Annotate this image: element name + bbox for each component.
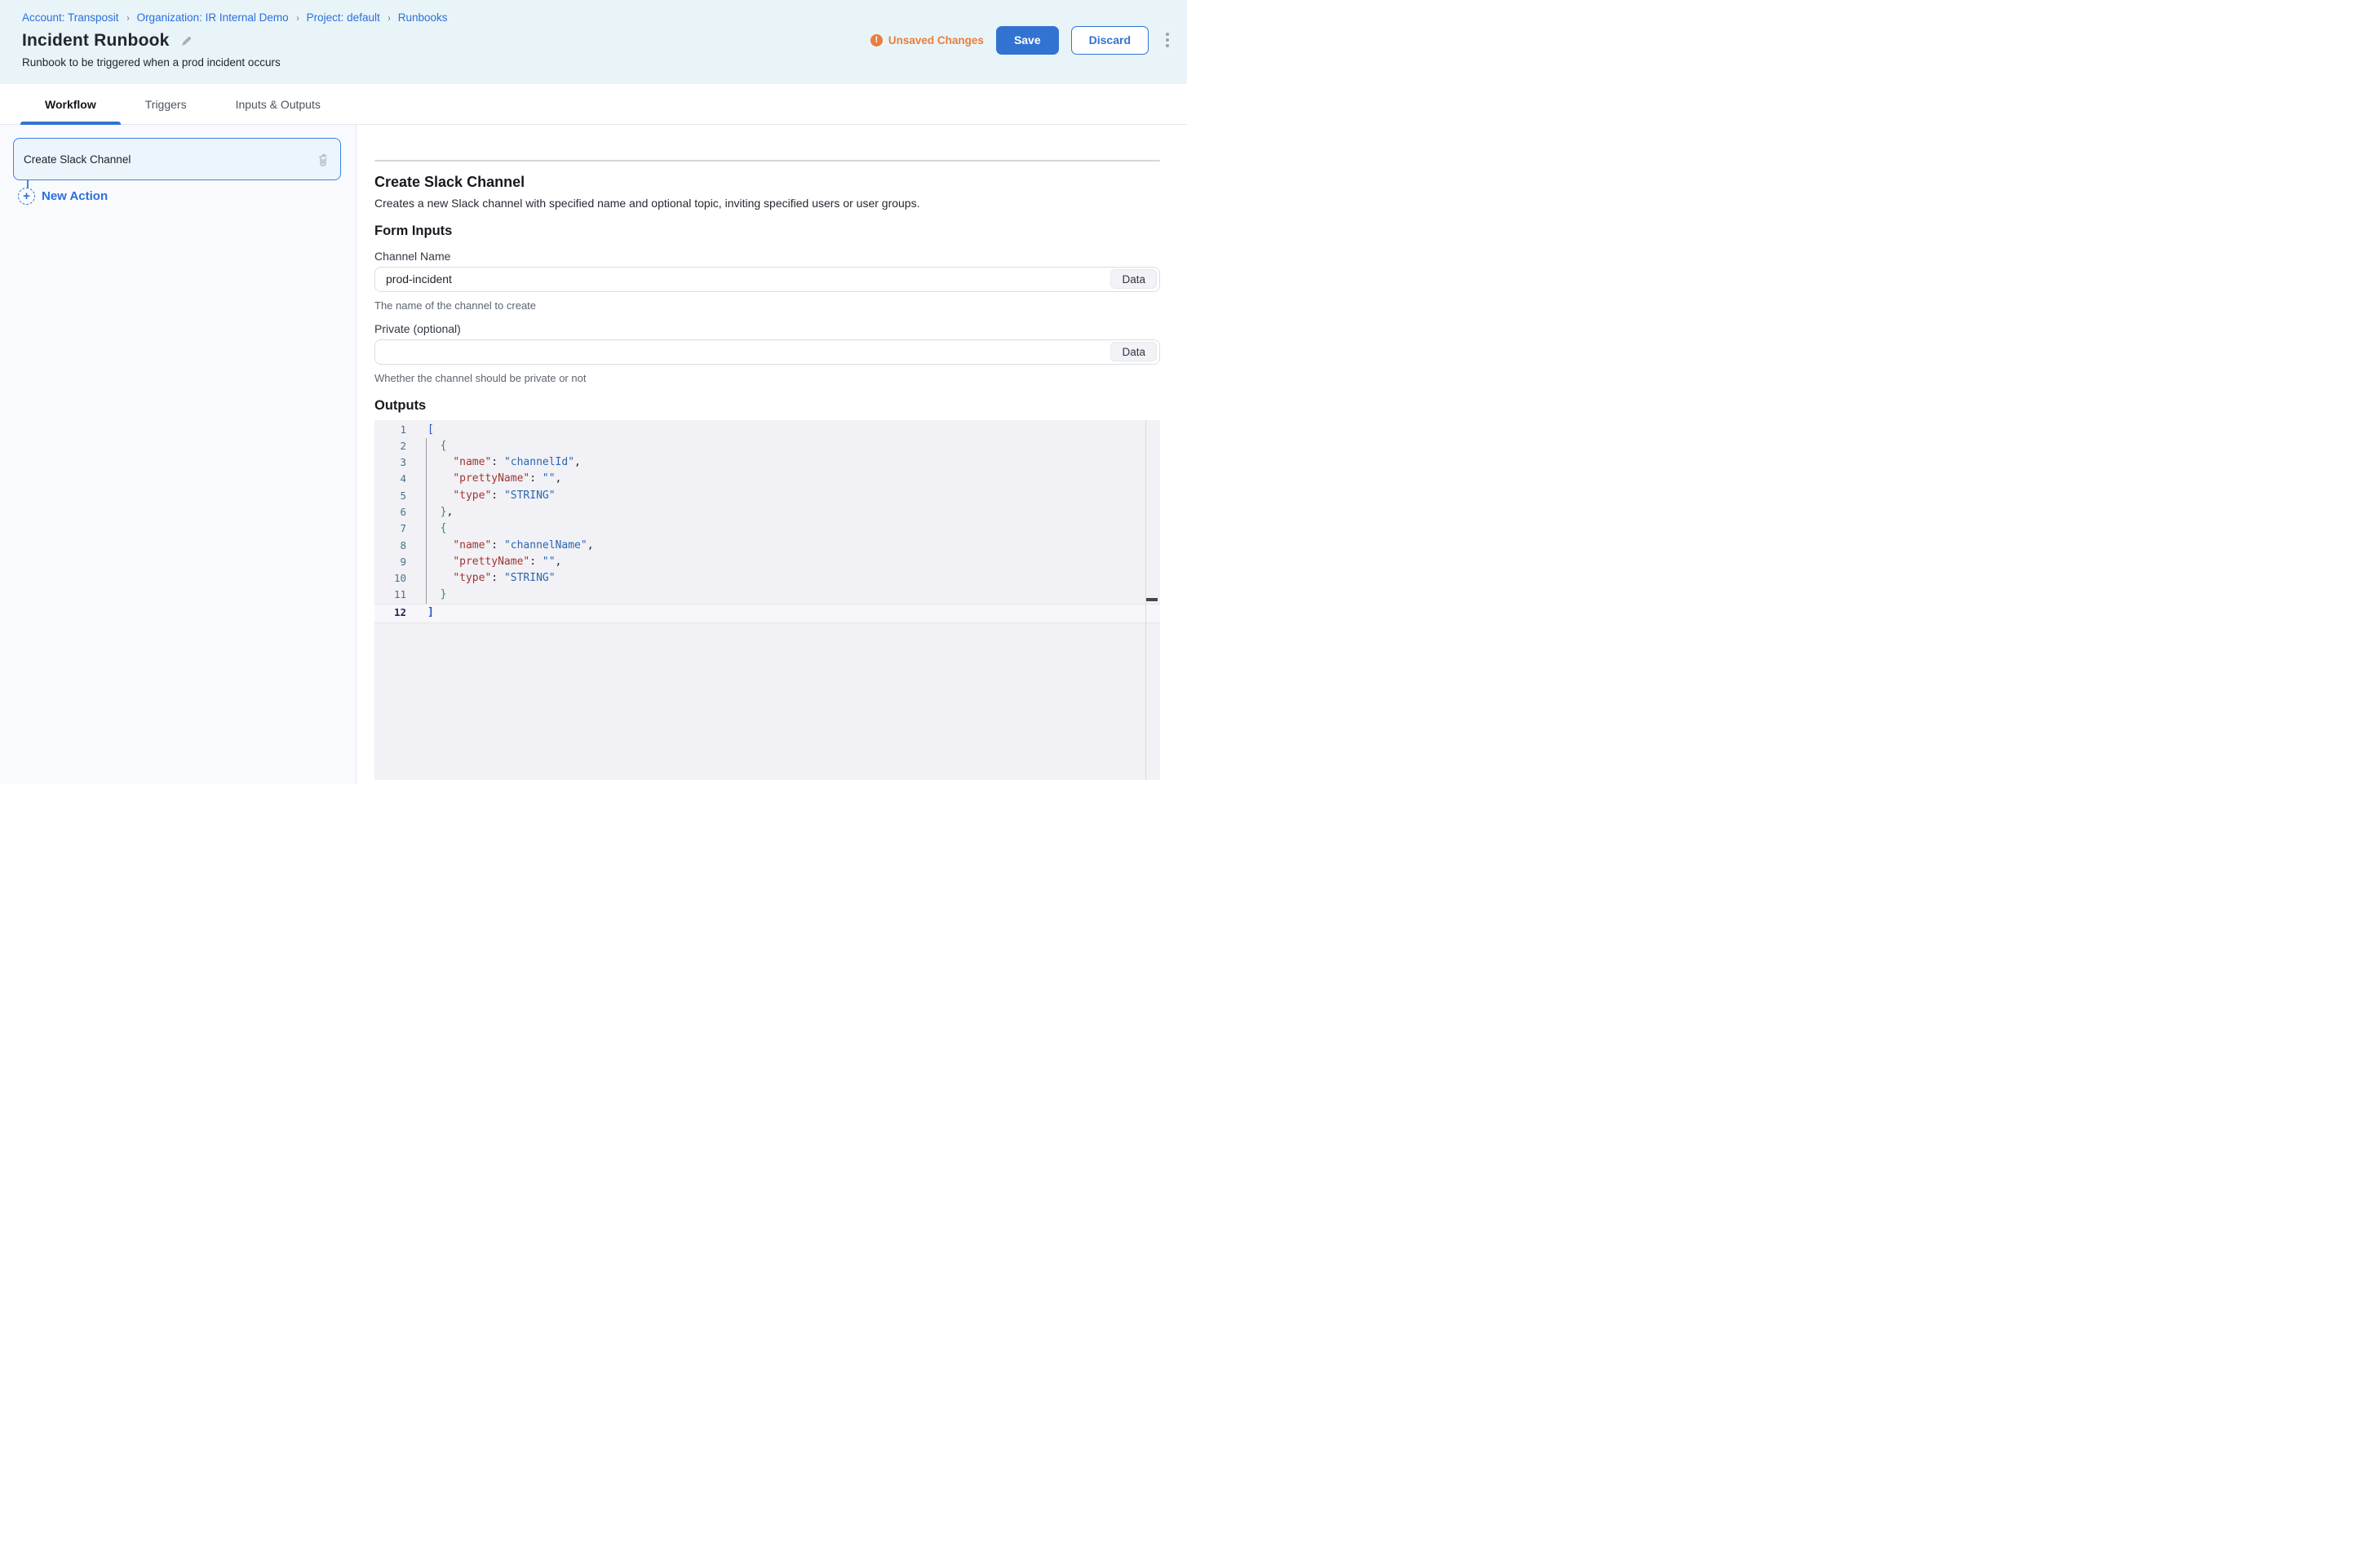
page-title: Incident Runbook bbox=[22, 31, 170, 51]
code-text: }, bbox=[406, 504, 453, 520]
code-text: "name": "channelId", bbox=[406, 454, 581, 471]
code-line[interactable]: 12] bbox=[374, 604, 1160, 623]
line-number: 12 bbox=[374, 605, 406, 622]
line-number: 7 bbox=[374, 520, 406, 537]
line-number: 8 bbox=[374, 538, 406, 554]
tab-triggers[interactable]: Triggers bbox=[121, 84, 211, 124]
step-connector-line bbox=[27, 180, 29, 188]
code-text: "name": "channelName", bbox=[406, 538, 594, 554]
channel-name-help-text: The name of the channel to create bbox=[374, 299, 1187, 312]
tab-label: Workflow bbox=[45, 98, 96, 111]
tab-label: Inputs & Outputs bbox=[236, 98, 321, 111]
channel-name-data-button[interactable]: Data bbox=[1110, 269, 1157, 289]
page-subtitle: Runbook to be triggered when a prod inci… bbox=[22, 56, 1187, 69]
save-button[interactable]: Save bbox=[996, 26, 1059, 55]
channel-name-input[interactable] bbox=[374, 267, 1160, 292]
private-data-button[interactable]: Data bbox=[1110, 342, 1157, 361]
private-input[interactable] bbox=[374, 339, 1160, 365]
code-line[interactable]: 8 "name": "channelName", bbox=[374, 538, 1160, 554]
discard-button[interactable]: Discard bbox=[1071, 26, 1149, 55]
code-line[interactable]: 3 "name": "channelId", bbox=[374, 454, 1160, 471]
tab-workflow[interactable]: Workflow bbox=[20, 84, 121, 124]
code-text: "prettyName": "", bbox=[406, 554, 561, 570]
alert-circle-icon: ! bbox=[870, 34, 883, 47]
outputs-code-editor[interactable]: 1[2 {3 "name": "channelId",4 "prettyName… bbox=[374, 420, 1160, 780]
action-detail-panel: Create Slack Channel Creates a new Slack… bbox=[357, 125, 1187, 784]
unsaved-changes-status: ! Unsaved Changes bbox=[870, 34, 984, 47]
code-line[interactable]: 2 { bbox=[374, 438, 1160, 454]
code-text: "type": "STRING" bbox=[406, 570, 556, 587]
workflow-steps-panel: Create Slack Channel + New Action bbox=[0, 125, 357, 784]
line-number: 5 bbox=[374, 488, 406, 504]
section-divider bbox=[374, 160, 1160, 162]
breadcrumb-link[interactable]: Account: Transposit bbox=[22, 11, 119, 24]
action-detail-title: Create Slack Channel bbox=[374, 174, 1187, 191]
line-number: 3 bbox=[374, 454, 406, 471]
breadcrumb-link[interactable]: Runbooks bbox=[398, 11, 448, 24]
breadcrumb: Account: Transposit › Organization: IR Int… bbox=[22, 11, 1187, 24]
line-number: 1 bbox=[374, 422, 406, 438]
code-line[interactable]: 4 "prettyName": "", bbox=[374, 471, 1160, 487]
line-number: 9 bbox=[374, 554, 406, 570]
line-number: 10 bbox=[374, 570, 406, 587]
workflow-action-card[interactable]: Create Slack Channel bbox=[13, 138, 341, 180]
new-action-label: New Action bbox=[42, 189, 108, 203]
breadcrumb-separator-icon: › bbox=[126, 12, 129, 24]
page-header: Account: Transposit › Organization: IR Int… bbox=[0, 0, 1187, 84]
code-line[interactable]: 11 } bbox=[374, 587, 1160, 603]
code-line[interactable]: 6 }, bbox=[374, 504, 1160, 520]
code-line[interactable]: 5 "type": "STRING" bbox=[374, 488, 1160, 504]
form-inputs-heading: Form Inputs bbox=[374, 224, 1187, 239]
tab-bar: Workflow Triggers Inputs & Outputs bbox=[0, 84, 1187, 125]
action-card-label: Create Slack Channel bbox=[24, 153, 316, 166]
content-area: Create Slack Channel + New Action Create… bbox=[0, 125, 1187, 784]
code-text: [ bbox=[406, 422, 434, 438]
code-line[interactable]: 7 { bbox=[374, 520, 1160, 537]
plus-icon: + bbox=[18, 188, 35, 205]
code-text: "prettyName": "", bbox=[406, 471, 561, 487]
line-number: 6 bbox=[374, 504, 406, 520]
private-field-wrapper: Data bbox=[374, 339, 1160, 365]
channel-name-label: Channel Name bbox=[374, 250, 1187, 263]
editor-scrollbar-marker[interactable] bbox=[1146, 598, 1158, 601]
indent-guide-line bbox=[426, 438, 427, 604]
tab-label: Triggers bbox=[145, 98, 187, 111]
tab-inputs-outputs[interactable]: Inputs & Outputs bbox=[211, 84, 345, 124]
breadcrumb-link[interactable]: Organization: IR Internal Demo bbox=[137, 11, 289, 24]
line-number: 11 bbox=[374, 587, 406, 603]
line-number: 4 bbox=[374, 471, 406, 487]
outputs-heading: Outputs bbox=[374, 398, 1187, 414]
edit-title-icon[interactable] bbox=[179, 34, 193, 48]
private-label: Private (optional) bbox=[374, 322, 1187, 335]
new-action-button[interactable]: + New Action bbox=[18, 188, 108, 205]
private-help-text: Whether the channel should be private or… bbox=[374, 372, 1187, 384]
breadcrumb-separator-icon: › bbox=[296, 12, 299, 24]
code-line[interactable]: 10 "type": "STRING" bbox=[374, 570, 1160, 587]
code-line[interactable]: 9 "prettyName": "", bbox=[374, 554, 1160, 570]
delete-action-trash-icon[interactable] bbox=[316, 152, 330, 167]
code-text: "type": "STRING" bbox=[406, 488, 556, 504]
breadcrumb-separator-icon: › bbox=[388, 12, 390, 24]
unsaved-changes-label: Unsaved Changes bbox=[888, 34, 984, 47]
channel-name-field-wrapper: Data bbox=[374, 267, 1160, 292]
action-detail-description: Creates a new Slack channel with specifi… bbox=[374, 197, 1187, 210]
code-text: ] bbox=[406, 605, 434, 622]
code-line[interactable]: 1[ bbox=[374, 422, 1160, 438]
line-number: 2 bbox=[374, 438, 406, 454]
breadcrumb-link[interactable]: Project: default bbox=[307, 11, 380, 24]
more-options-kebab-icon[interactable] bbox=[1161, 29, 1174, 51]
